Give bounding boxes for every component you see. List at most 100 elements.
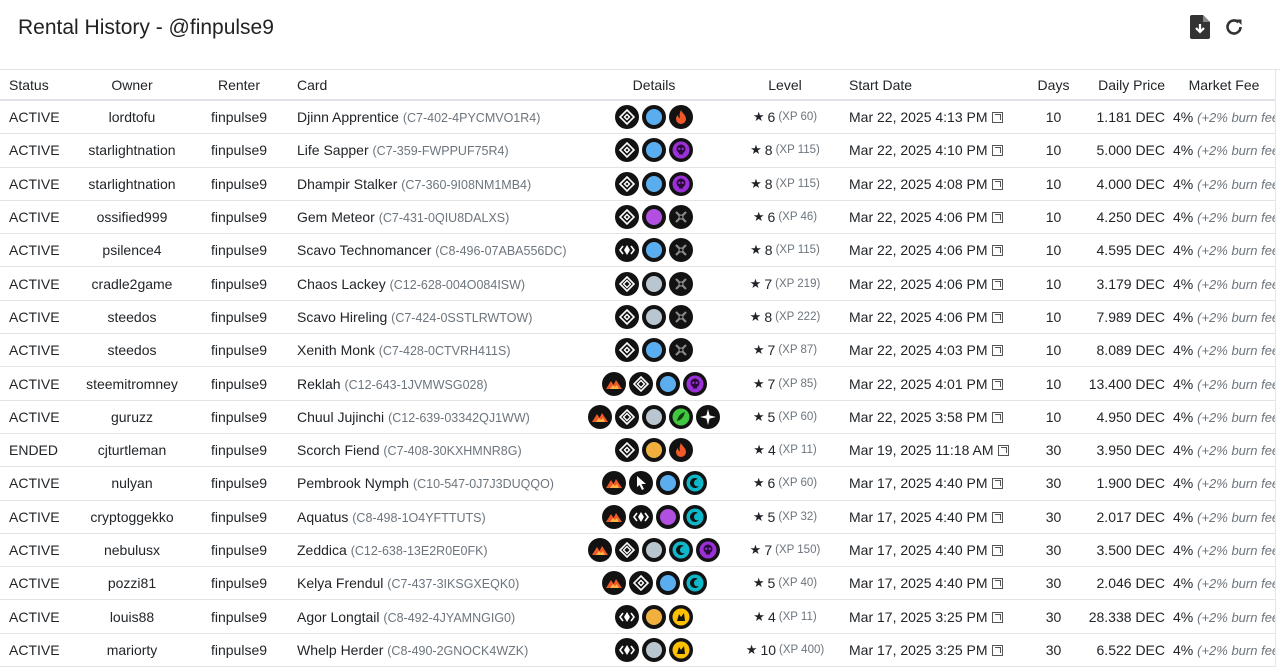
level-cell: ★ 5 (XP 32) (727, 500, 843, 534)
table-row[interactable]: ENDED cjturtleman finpulse9 Scorch Fiend (C… (0, 433, 1275, 468)
col-card[interactable]: Card (291, 70, 581, 101)
daily-price-cell: 4.250 DEC (1085, 200, 1173, 235)
col-status[interactable]: Status (0, 70, 77, 101)
card-name[interactable]: Dhampir Stalker (297, 176, 397, 192)
renter-cell: finpulse9 (187, 599, 291, 634)
external-link-icon[interactable] (991, 378, 1003, 390)
owner-cell: lordtofu (77, 100, 187, 135)
foil-gray-icon (642, 304, 666, 329)
card-cell: Agor Longtail (C8-492-4JYAMNGIG0) (291, 599, 581, 634)
renter-cell: finpulse9 (187, 533, 291, 568)
level-cell: ★ 7 (XP 87) (727, 333, 843, 368)
col-owner[interactable]: Owner (77, 70, 187, 101)
days-cell: 10 (1022, 167, 1085, 201)
details-cell (581, 233, 727, 268)
level-value: 4 (767, 442, 776, 459)
table-row[interactable]: ACTIVE ossified999 finpulse9 Gem Meteor (C7… (0, 200, 1275, 235)
external-link-icon[interactable] (991, 411, 1003, 423)
table-row[interactable]: ACTIVE nebulusx finpulse9 Zeddica (C12-638-… (0, 533, 1275, 568)
col-market-fee[interactable]: Market Fee (1173, 70, 1275, 101)
col-renter[interactable]: Renter (187, 70, 291, 101)
external-link-icon[interactable] (991, 545, 1003, 556)
neutral-icon (669, 304, 693, 329)
external-link-icon[interactable] (991, 345, 1003, 357)
card-name[interactable]: Zeddica (297, 542, 347, 558)
card-name[interactable]: Agor Longtail (297, 609, 380, 625)
daily-price-cell: 28.338 DEC (1085, 599, 1173, 634)
card-name[interactable]: Whelp Herder (297, 642, 383, 658)
external-link-icon[interactable] (991, 278, 1003, 290)
table-row[interactable]: ACTIVE starlightnation finpulse9 Life Sappe… (0, 133, 1275, 168)
col-daily-price[interactable]: Daily Price (1085, 70, 1173, 101)
level-value: 8 (764, 242, 773, 259)
col-level[interactable]: Level (727, 70, 843, 101)
card-name[interactable]: Chuul Jujinchi (297, 409, 384, 425)
card-name[interactable]: Gem Meteor (297, 209, 375, 225)
water-icon (682, 571, 707, 596)
fee-value: 4% (1173, 175, 1194, 192)
table-row[interactable]: ACTIVE nulyan finpulse9 Pembrook Nymph (C10… (0, 466, 1275, 501)
external-link-icon[interactable] (997, 445, 1009, 457)
table-row[interactable]: ACTIVE mariorty finpulse9 Whelp Herder (C8-… (0, 633, 1275, 667)
table-row[interactable]: ACTIVE louis88 finpulse9 Agor Longtail (C8-… (0, 599, 1275, 634)
external-link-icon[interactable] (991, 578, 1003, 590)
start-date: Mar 22, 2025 4:06 PM (849, 275, 988, 292)
card-name[interactable]: Chaos Lackey (297, 276, 386, 292)
card-name[interactable]: Kelya Frendul (297, 575, 383, 591)
details-cell (581, 433, 727, 468)
market-fee-cell: 4% (+2% burn fee) (1173, 500, 1275, 534)
col-days[interactable]: Days (1022, 70, 1085, 101)
days-cell: 30 (1022, 633, 1085, 667)
table-row[interactable]: ACTIVE steemitromney finpulse9 Reklah (C12-… (0, 366, 1275, 401)
external-link-icon[interactable] (991, 644, 1003, 656)
external-link-icon[interactable] (991, 145, 1003, 157)
fee-value: 4% (1173, 608, 1194, 625)
rebel-icon (615, 271, 639, 296)
table-row[interactable]: ACTIVE lordtofu finpulse9 Djinn Apprentice … (0, 100, 1275, 135)
card-name[interactable]: Scorch Fiend (297, 442, 379, 458)
external-link-icon[interactable] (991, 311, 1003, 323)
file-download-icon[interactable] (1188, 14, 1212, 40)
table-row[interactable]: ACTIVE pozzi81 finpulse9 Kelya Frendul (C7-… (0, 566, 1275, 601)
start-date: Mar 22, 2025 4:06 PM (849, 209, 988, 226)
external-link-icon[interactable] (991, 178, 1003, 190)
table-row[interactable]: ACTIVE steedos finpulse9 Scavo Hireling (C7… (0, 300, 1275, 335)
card-name[interactable]: Aquatus (297, 509, 348, 525)
col-details[interactable]: Details (581, 70, 727, 101)
renter-cell: finpulse9 (187, 433, 291, 468)
card-name[interactable]: Scavo Technomancer (297, 242, 431, 258)
external-link-icon[interactable] (991, 511, 1003, 523)
external-link-icon[interactable] (991, 478, 1003, 490)
card-name[interactable]: Xenith Monk (297, 342, 375, 358)
card-name[interactable]: Scavo Hireling (297, 309, 387, 325)
table-row[interactable]: ACTIVE cradle2game finpulse9 Chaos Lackey (… (0, 266, 1275, 301)
owner-cell: starlightnation (77, 133, 187, 168)
status-cell: ACTIVE (0, 400, 77, 434)
table-row[interactable]: ACTIVE steedos finpulse9 Xenith Monk (C7-42… (0, 333, 1275, 368)
details-cell (581, 300, 727, 335)
burn-fee-note: (+2% burn fee) (1197, 476, 1275, 492)
details-cell (581, 566, 727, 601)
start-date: Mar 22, 2025 4:06 PM (849, 308, 988, 325)
external-link-icon[interactable] (991, 611, 1003, 623)
fire-icon (669, 105, 693, 130)
external-link-icon[interactable] (991, 212, 1003, 224)
details-icons (581, 471, 727, 496)
card-name[interactable]: Pembrook Nymph (297, 475, 409, 491)
table-row[interactable]: ACTIVE starlightnation finpulse9 Dhampir St… (0, 167, 1275, 201)
col-start-date[interactable]: Start Date (843, 70, 1022, 101)
table-row[interactable]: ACTIVE guruzz finpulse9 Chuul Jujinchi (C12… (0, 400, 1275, 434)
card-name[interactable]: Reklah (297, 376, 341, 392)
external-link-icon[interactable] (991, 245, 1003, 257)
start-date-cell: Mar 22, 2025 4:13 PM (843, 100, 1022, 135)
external-link-icon[interactable] (991, 112, 1003, 124)
card-id: (C8-496-07ABA556DC) (435, 244, 567, 259)
start-date: Mar 22, 2025 4:08 PM (849, 175, 988, 192)
card-name[interactable]: Djinn Apprentice (297, 109, 399, 125)
card-cell: Pembrook Nymph (C10-547-0J7J3DUQQO) (291, 466, 581, 501)
refresh-icon[interactable] (1222, 14, 1246, 40)
table-row[interactable]: ACTIVE cryptoggekko finpulse9 Aquatus (C8-4… (0, 500, 1275, 534)
card-name[interactable]: Life Sapper (297, 142, 369, 158)
table-row[interactable]: ACTIVE psilence4 finpulse9 Scavo Technomanc… (0, 233, 1275, 268)
card-id: (C8-498-1O4YFTTUTS) (352, 510, 486, 525)
